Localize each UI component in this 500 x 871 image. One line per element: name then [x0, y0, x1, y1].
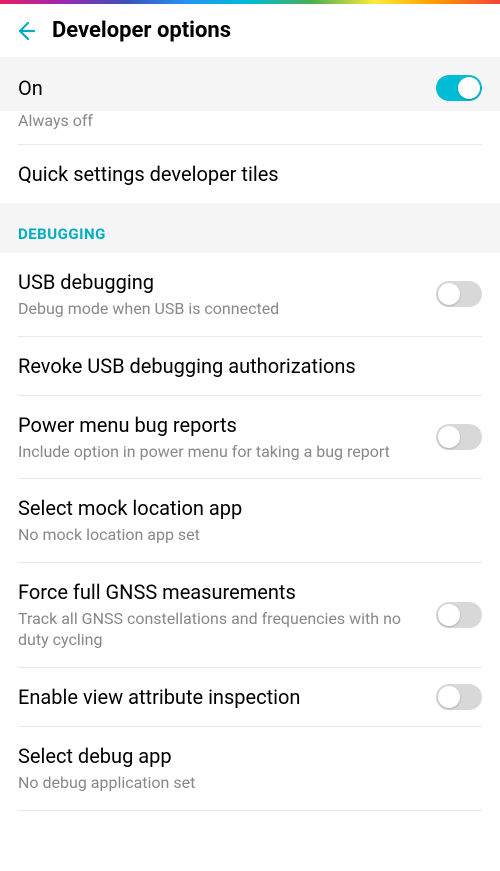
select-debug-app-row[interactable]: Select debug app No debug application se… — [0, 727, 500, 810]
master-toggle-label: On — [18, 76, 43, 100]
setting-subtitle: No mock location app set — [18, 524, 470, 546]
usb-debugging-row[interactable]: USB debugging Debug mode when USB is con… — [0, 253, 500, 336]
setting-subtitle: Include option in power menu for taking … — [18, 441, 424, 463]
section-header-debugging: DEBUGGING — [0, 203, 500, 253]
setting-title: Select mock location app — [18, 495, 470, 521]
gnss-measurements-row[interactable]: Force full GNSS measurements Track all G… — [0, 563, 500, 667]
setting-subtitle: No debug application set — [18, 772, 470, 794]
setting-title: Power menu bug reports — [18, 412, 424, 438]
toggle-knob — [438, 426, 460, 448]
setting-subtitle: Debug mode when USB is connected — [18, 298, 424, 320]
setting-title: USB debugging — [18, 269, 424, 295]
quick-settings-tiles-row[interactable]: Quick settings developer tiles — [0, 145, 500, 203]
setting-title: Revoke USB debugging authorizations — [18, 353, 470, 379]
setting-title: Enable view attribute inspection — [18, 684, 424, 710]
divider — [18, 810, 482, 811]
back-arrow-icon[interactable] — [12, 19, 36, 43]
revoke-usb-auth-row[interactable]: Revoke USB debugging authorizations — [0, 337, 500, 395]
usb-debugging-toggle[interactable] — [436, 281, 482, 307]
view-attribute-toggle[interactable] — [436, 684, 482, 710]
cutoff-setting-subtitle: Always off — [0, 111, 500, 144]
app-header: Developer options — [0, 4, 500, 57]
power-menu-toggle[interactable] — [436, 424, 482, 450]
master-toggle-switch[interactable] — [436, 75, 482, 101]
setting-title: Quick settings developer tiles — [18, 161, 470, 187]
setting-title: Select debug app — [18, 743, 470, 769]
mock-location-row[interactable]: Select mock location app No mock locatio… — [0, 479, 500, 562]
setting-subtitle: Track all GNSS constellations and freque… — [18, 608, 424, 651]
setting-title: Force full GNSS measurements — [18, 579, 424, 605]
gnss-toggle[interactable] — [436, 602, 482, 628]
view-attribute-inspection-row[interactable]: Enable view attribute inspection — [0, 668, 500, 726]
developer-options-master-toggle[interactable]: On — [0, 57, 500, 111]
toggle-knob — [438, 283, 460, 305]
power-menu-bug-reports-row[interactable]: Power menu bug reports Include option in… — [0, 396, 500, 479]
page-title: Developer options — [52, 18, 231, 43]
toggle-knob — [458, 77, 480, 99]
toggle-knob — [438, 604, 460, 626]
toggle-knob — [438, 686, 460, 708]
